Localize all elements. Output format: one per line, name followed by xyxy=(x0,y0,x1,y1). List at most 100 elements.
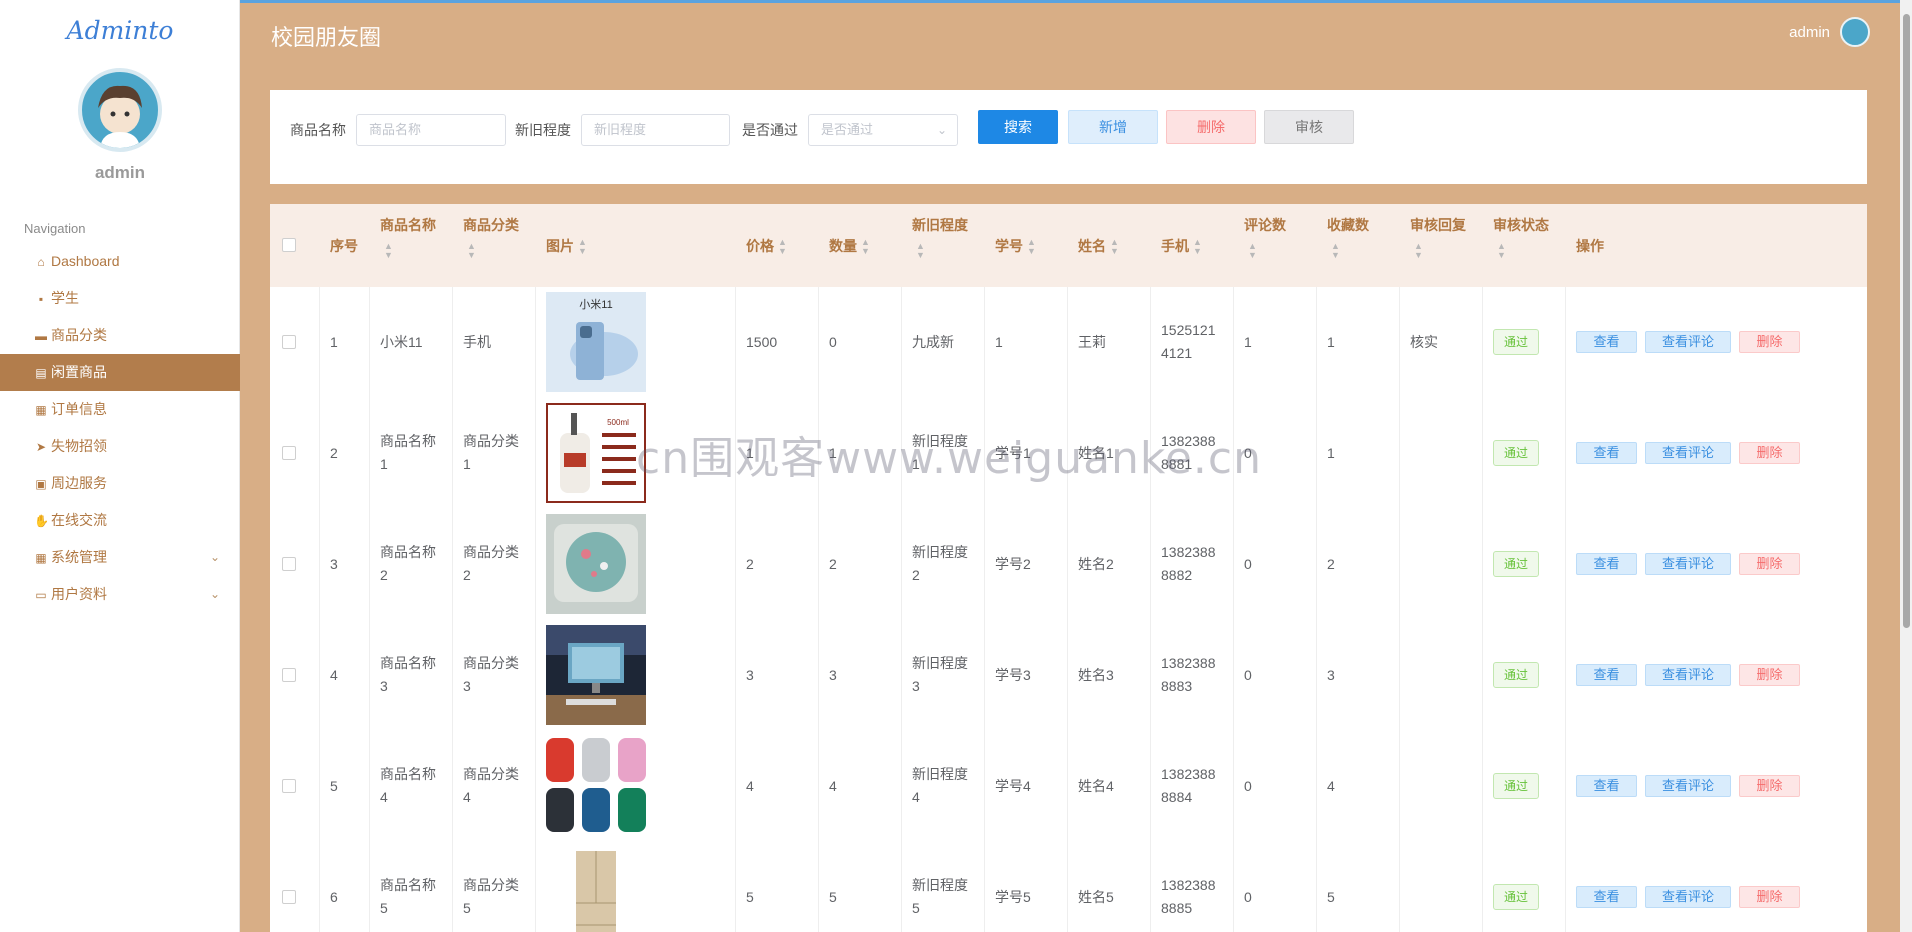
name-input[interactable]: 商品名称 xyxy=(356,114,506,146)
view-comments-button[interactable]: 查看评论 xyxy=(1645,775,1731,797)
sort-icon[interactable]: ▲ ▼ xyxy=(861,238,870,256)
sort-icon[interactable]: ▲ ▼ xyxy=(578,238,587,256)
product-image[interactable]: 500ml xyxy=(546,403,646,503)
view-button[interactable]: 查看 xyxy=(1576,553,1637,575)
sort-icon[interactable]: ▲ ▼ xyxy=(916,242,985,260)
condition-input[interactable]: 新旧程度 xyxy=(581,114,730,146)
product-image[interactable] xyxy=(546,625,646,725)
cell-line: 商品名称 xyxy=(380,655,436,671)
app-logo[interactable]: Adminto xyxy=(0,16,240,45)
sidebar-item-1[interactable]: ▪ 学生 xyxy=(0,280,240,317)
view-comments-button[interactable]: 查看评论 xyxy=(1645,442,1731,464)
status-badge: 通过 xyxy=(1493,551,1539,577)
row-delete-button[interactable]: 删除 xyxy=(1739,886,1800,908)
cell-phone: 1382388 8883 xyxy=(1161,652,1232,698)
cell-line: 商品分类 xyxy=(463,766,519,782)
view-comments-button[interactable]: 查看评论 xyxy=(1645,886,1731,908)
view-button[interactable]: 查看 xyxy=(1576,664,1637,686)
cell-line: 新旧程度 xyxy=(912,433,968,449)
row-checkbox[interactable] xyxy=(282,446,296,460)
sort-icon[interactable]: ▲ ▼ xyxy=(778,238,787,256)
cell-line: 2 xyxy=(380,567,388,583)
cell-line: 8885 xyxy=(1161,900,1193,916)
row-checkbox[interactable] xyxy=(282,335,296,349)
sidebar-item-8[interactable]: ▦ 系统管理 ⌄ xyxy=(0,539,240,576)
page-scrollbar[interactable] xyxy=(1900,0,1912,932)
cell-student-no: 学号3 xyxy=(995,664,1066,687)
view-comments-button[interactable]: 查看评论 xyxy=(1645,664,1731,686)
avatar[interactable] xyxy=(78,68,162,152)
sort-icon[interactable]: ▲ ▼ xyxy=(1027,238,1036,256)
cell-line: 3 xyxy=(380,678,388,694)
cell-phone: 1382388 8885 xyxy=(1161,874,1232,920)
row-checkbox[interactable] xyxy=(282,890,296,904)
product-image[interactable] xyxy=(546,736,646,836)
view-comments-button[interactable]: 查看评论 xyxy=(1645,331,1731,353)
sort-icon[interactable]: ▲ ▼ xyxy=(1414,242,1483,260)
select-all-header[interactable] xyxy=(270,204,320,287)
product-image[interactable]: 小米11 xyxy=(546,292,646,392)
cell-favorites: 4 xyxy=(1327,775,1398,798)
cell-qty: 4 xyxy=(829,775,900,798)
cell-price: 3 xyxy=(746,664,817,687)
view-comments-button[interactable]: 查看评论 xyxy=(1645,553,1731,575)
add-button[interactable]: 新增 xyxy=(1068,110,1158,144)
view-button[interactable]: 查看 xyxy=(1576,886,1637,908)
sidebar-item-0[interactable]: ⌂ Dashboard xyxy=(0,243,240,280)
view-button[interactable]: 查看 xyxy=(1576,775,1637,797)
cell-comments: 1 xyxy=(1244,331,1315,354)
row-checkbox[interactable] xyxy=(282,557,296,571)
cell-line: 1382388 xyxy=(1161,766,1216,782)
cell-favorites: 5 xyxy=(1327,886,1398,909)
sidebar-item-2[interactable]: ▬ 商品分类 xyxy=(0,317,240,354)
row-checkbox[interactable] xyxy=(282,779,296,793)
cell-category: 商品分类 1 xyxy=(463,430,534,476)
table-row: 4 商品名称 3 商品分类 3 3 3 新旧程度 3 学号3 姓名3 1382388 8883 0 3 通过 查… xyxy=(270,620,1867,731)
sort-icon[interactable]: ▲ ▼ xyxy=(384,242,453,260)
sort-icon[interactable]: ▲ ▼ xyxy=(1248,242,1317,260)
cell-line: 4 xyxy=(912,789,920,805)
pass-select[interactable]: 是否通过 ⌄ xyxy=(808,114,958,146)
search-panel: 商品名称 商品名称 新旧程度 新旧程度 是否通过 是否通过 ⌄ 搜索 新增 删除… xyxy=(270,90,1867,184)
search-button[interactable]: 搜索 xyxy=(978,110,1058,144)
sidebar-item-7[interactable]: ✋ 在线交流 xyxy=(0,502,240,539)
delete-button[interactable]: 删除 xyxy=(1166,110,1256,144)
audit-button[interactable]: 审核 xyxy=(1264,110,1354,144)
scrollbar-thumb[interactable] xyxy=(1903,14,1910,628)
header-label: 手机 xyxy=(1161,238,1189,254)
name-filter: 商品名称 商品名称 xyxy=(290,114,506,146)
sort-icon[interactable]: ▲ ▼ xyxy=(1193,238,1202,256)
sort-icon[interactable]: ▲ ▼ xyxy=(1497,242,1566,260)
cell-line: 8884 xyxy=(1161,789,1193,805)
sort-icon[interactable]: ▲ ▼ xyxy=(467,242,536,260)
status-badge: 通过 xyxy=(1493,329,1539,355)
sidebar-item-label: 学生 xyxy=(51,290,79,306)
cell-line: 1 xyxy=(380,456,388,472)
product-image[interactable] xyxy=(546,514,646,614)
row-delete-button[interactable]: 删除 xyxy=(1739,442,1800,464)
cell-line: 1382388 xyxy=(1161,655,1216,671)
table-row: 6 商品名称 5 商品分类 5 5 5 新旧程度 5 学号5 姓名5 1382388 8885 0 5 通过 查… xyxy=(270,842,1867,932)
row-delete-button[interactable]: 删除 xyxy=(1739,664,1800,686)
select-all-checkbox[interactable] xyxy=(282,238,296,252)
sidebar-item-6[interactable]: ▣ 周边服务 xyxy=(0,465,240,502)
user-avatar[interactable] xyxy=(1840,17,1870,47)
product-image[interactable] xyxy=(546,847,646,932)
cell-line: 3 xyxy=(1327,666,1335,683)
row-checkbox[interactable] xyxy=(282,668,296,682)
row-delete-button[interactable]: 删除 xyxy=(1739,331,1800,353)
row-delete-button[interactable]: 删除 xyxy=(1739,553,1800,575)
name-filter-label: 商品名称 xyxy=(290,122,346,138)
view-button[interactable]: 查看 xyxy=(1576,331,1637,353)
sidebar-nav: ⌂ Dashboard ▪ 学生 ▬ 商品分类 ▤ 闲置商品 ▦ 订单信息 ➤ 失物招领 ▣ 周边服务 ✋ 在… xyxy=(0,243,240,613)
sidebar-item-5[interactable]: ➤ 失物招领 xyxy=(0,428,240,465)
view-button[interactable]: 查看 xyxy=(1576,442,1637,464)
sidebar-item-4[interactable]: ▦ 订单信息 xyxy=(0,391,240,428)
sidebar-item-9[interactable]: ▭ 用户资料 ⌄ xyxy=(0,576,240,613)
sort-icon[interactable]: ▲ ▼ xyxy=(1331,242,1400,260)
send-icon: ➤ xyxy=(35,440,47,454)
row-delete-button[interactable]: 删除 xyxy=(1739,775,1800,797)
user-menu[interactable]: admin xyxy=(1789,16,1870,48)
sidebar-item-3[interactable]: ▤ 闲置商品 xyxy=(0,354,240,391)
sort-icon[interactable]: ▲ ▼ xyxy=(1110,238,1119,256)
